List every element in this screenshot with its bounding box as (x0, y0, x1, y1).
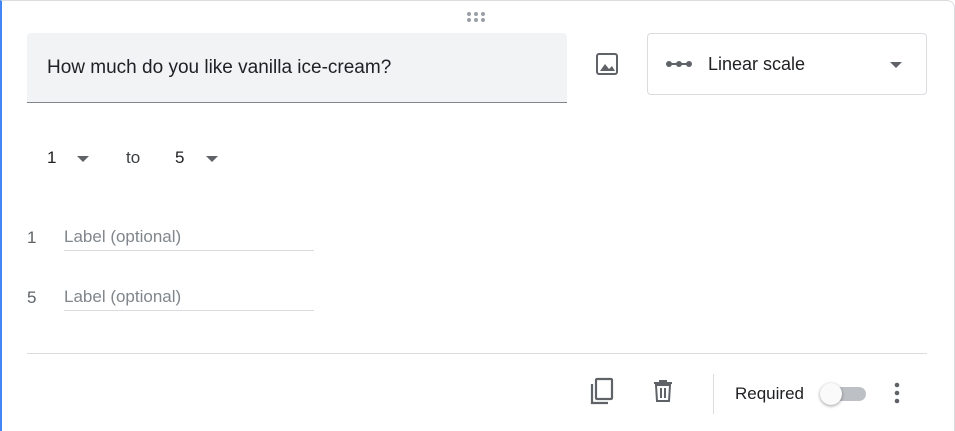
question-title-text[interactable]: How much do you like vanilla ice-cream? (47, 57, 391, 79)
scale-max-dropdown[interactable]: 5 (175, 145, 225, 171)
more-vert-icon (894, 382, 900, 404)
required-toggle-thumb (820, 383, 842, 405)
scale-max-value: 5 (175, 148, 185, 167)
scale-min-value: 1 (47, 148, 57, 167)
min-label-input[interactable] (64, 224, 314, 251)
max-label-input[interactable] (64, 284, 314, 311)
min-label-number: 1 (27, 228, 37, 247)
chevron-down-icon (77, 156, 89, 162)
question-type-label: Linear scale (708, 54, 806, 74)
trash-icon (654, 380, 672, 402)
question-type-dropdown[interactable]: Linear scale (647, 33, 927, 95)
footer-divider (27, 353, 927, 354)
linear-scale-icon (666, 61, 692, 67)
duplicate-button[interactable] (584, 373, 620, 409)
max-label-number: 5 (27, 288, 37, 307)
question-title-field[interactable]: How much do you like vanilla ice-cream? (27, 33, 567, 103)
question-card: How much do you like vanilla ice-cream? … (0, 0, 955, 431)
drag-handle-icon[interactable] (467, 12, 489, 24)
required-toggle[interactable] (818, 381, 870, 407)
scale-min-dropdown[interactable]: 1 (47, 145, 97, 171)
chevron-down-icon (206, 156, 218, 162)
footer-separator (713, 374, 714, 414)
more-options-button[interactable] (882, 376, 912, 410)
add-image-button[interactable] (590, 47, 624, 81)
scale-to-text: to (126, 148, 141, 167)
min-label-row: 1 (27, 224, 327, 254)
required-label: Required (735, 384, 804, 403)
max-label-row: 5 (27, 284, 327, 314)
copy-icon (590, 377, 614, 405)
delete-button[interactable] (645, 373, 681, 409)
image-icon (596, 53, 618, 75)
chevron-down-icon (890, 62, 902, 68)
